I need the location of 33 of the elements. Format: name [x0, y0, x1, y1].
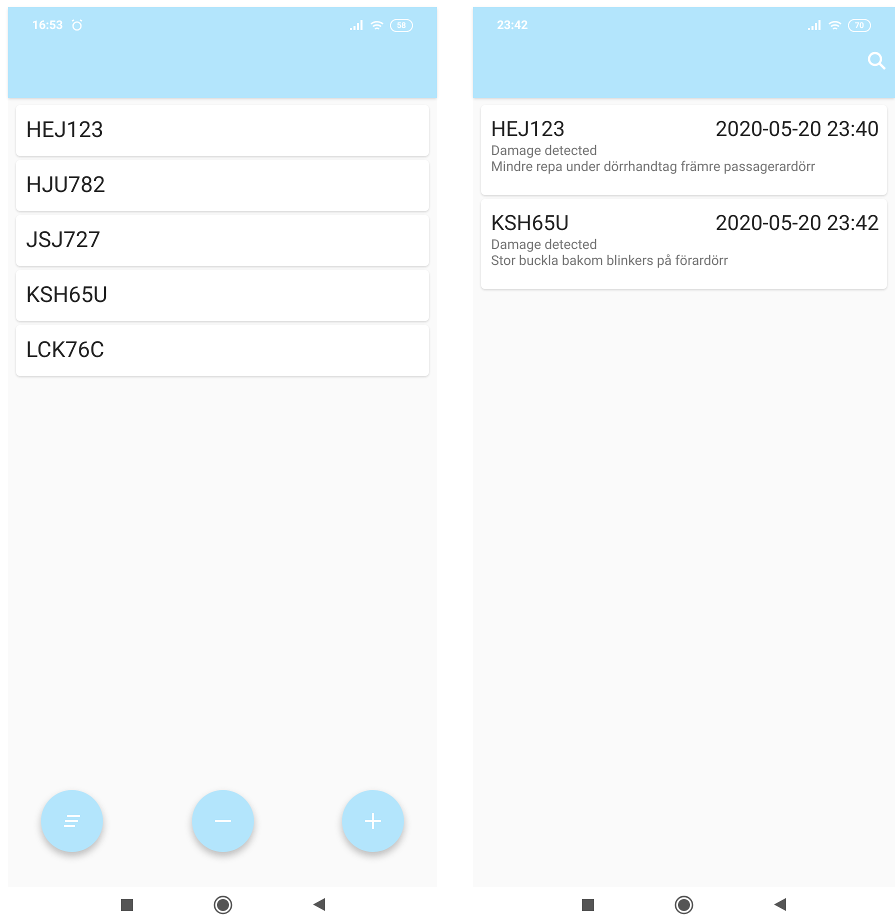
back-icon[interactable] — [312, 898, 324, 911]
report-status: Damage detected — [491, 143, 598, 159]
report-status: Damage detected — [491, 237, 598, 253]
plus-icon — [365, 813, 381, 829]
battery-indicator: 58 — [390, 18, 413, 32]
report-card[interactable]: HEJ123 2020-05-20 23:40 Damage detected Mindre repa under dörrhandtag främre passagerardörr — [481, 105, 887, 195]
notes-icon — [63, 815, 81, 827]
vehicle-list-item[interactable]: HJU782 — [16, 160, 429, 211]
plate-number: KSH65U — [491, 211, 569, 237]
vehicle-list-item[interactable]: KSH65U — [16, 270, 429, 321]
report-timestamp: 2020-05-20 23:40 — [715, 117, 879, 143]
recent-apps-icon[interactable] — [120, 898, 132, 910]
wifi-icon — [370, 20, 384, 30]
report-description: Mindre repa under dörrhandtag främre passagerardörr — [491, 159, 816, 175]
status-time: 23:42 — [497, 17, 528, 34]
report-timestamp: 2020-05-20 23:42 — [715, 211, 879, 237]
minus-icon — [214, 819, 230, 823]
alarm-clock-icon — [70, 19, 83, 31]
signal-icon — [350, 20, 364, 30]
back-icon[interactable] — [774, 898, 786, 911]
plate-number: HEJ123 — [491, 117, 565, 143]
recent-apps-icon[interactable] — [582, 898, 594, 910]
status-time: 16:53 — [32, 17, 63, 34]
signal-icon — [808, 20, 822, 30]
vehicle-list-item[interactable]: LCK76C — [16, 325, 429, 376]
battery-indicator: 70 — [848, 18, 871, 32]
report-card[interactable]: KSH65U 2020-05-20 23:42 Damage detected Stor buckla bakom blinkers på förardörr — [481, 199, 887, 289]
home-icon[interactable] — [674, 894, 694, 914]
report-description: Stor buckla bakom blinkers på förardörr — [491, 253, 730, 269]
vehicle-list-item[interactable]: JSJ727 — [16, 215, 429, 266]
wifi-icon — [828, 20, 842, 30]
home-icon[interactable] — [212, 894, 232, 914]
vehicle-list-item[interactable]: HEJ123 — [16, 105, 429, 156]
